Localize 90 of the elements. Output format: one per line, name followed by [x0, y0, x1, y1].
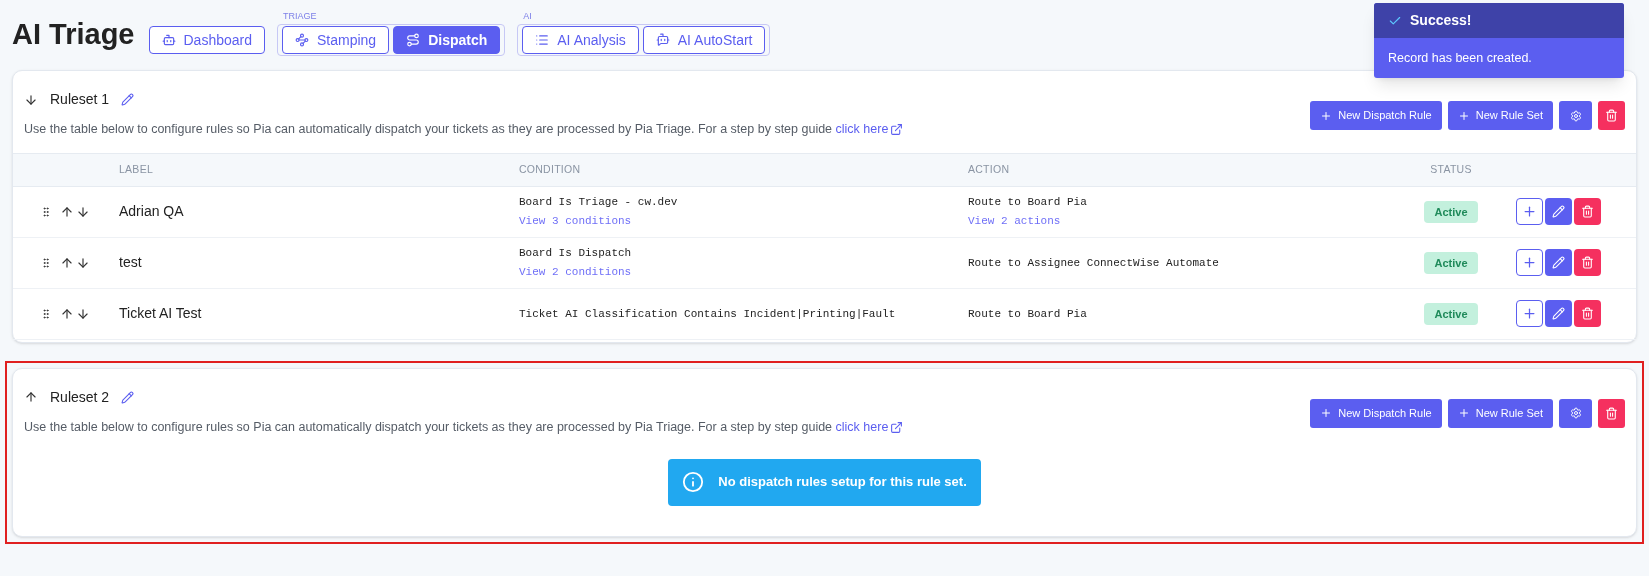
drag-handle-icon[interactable]	[40, 307, 52, 320]
add-button[interactable]	[1516, 198, 1543, 226]
ruleset-name: Ruleset 2	[50, 387, 110, 407]
drag-handle-icon[interactable]	[40, 256, 52, 269]
condition-text: Ticket AI Classification Contains Incident|Printing|Fault	[519, 306, 897, 322]
tab-icon	[295, 33, 309, 47]
settings-icon	[1569, 109, 1582, 122]
delete-button[interactable]	[1574, 198, 1601, 226]
move-up-icon[interactable]	[60, 204, 74, 219]
pencil-icon	[1552, 205, 1565, 219]
action-text: Route to Assignee ConnectWise Automate	[968, 255, 1220, 271]
move-up-icon[interactable]	[60, 306, 74, 321]
column-header: CONDITION	[519, 161, 582, 177]
edit-icon[interactable]	[121, 93, 135, 106]
add-button[interactable]	[1516, 249, 1543, 277]
delete-button[interactable]	[1574, 300, 1601, 328]
delete-button[interactable]	[1598, 398, 1625, 428]
guide-link[interactable]: click here	[835, 120, 904, 139]
info-icon	[682, 471, 705, 493]
nav-tab[interactable]: Dispatch	[393, 26, 501, 54]
pencil-icon	[1552, 307, 1565, 321]
move-down-icon[interactable]	[76, 204, 90, 219]
delete-button[interactable]	[1574, 249, 1601, 277]
edit-button[interactable]	[1545, 300, 1572, 328]
nav-tab[interactable]: AI AutoStart	[642, 26, 766, 54]
external-link-icon	[890, 122, 904, 136]
tab-icon	[161, 33, 176, 47]
condition-text: Board Is Triage - cw.dev	[519, 195, 679, 211]
plus-icon	[1522, 255, 1537, 271]
view-conditions-link[interactable]: View 3 conditions	[519, 212, 968, 230]
tab-icon	[655, 33, 670, 47]
edit-button[interactable]	[1545, 198, 1572, 226]
tab-icon	[535, 33, 550, 47]
status-badge: Active	[1424, 200, 1478, 223]
rule-label: test	[119, 253, 143, 273]
view-actions-link[interactable]: View 2 actions	[968, 212, 1386, 230]
tab-icon	[406, 33, 421, 47]
nav-tab[interactable]: Dashboard	[148, 26, 265, 54]
settings-button[interactable]	[1559, 398, 1592, 428]
action-button[interactable]: New Rule Set	[1447, 101, 1553, 130]
action-button[interactable]: New Dispatch Rule	[1310, 101, 1442, 130]
nav-tab[interactable]: Stamping	[282, 26, 390, 54]
plus-icon	[1522, 306, 1537, 322]
nav-tab[interactable]: AI Analysis	[522, 26, 639, 54]
trash-icon	[1581, 205, 1594, 219]
trash-icon	[1605, 406, 1618, 420]
column-header: STATUS	[1430, 161, 1472, 177]
drag-handle-icon[interactable]	[40, 205, 52, 218]
move-up-icon[interactable]	[60, 255, 74, 270]
ruleset-name: Ruleset 1	[50, 90, 110, 109]
ruleset-description: Use the table below to configure rules so Pia can automatically dispatch your tickets as they are processed by Pia Triage. For a step by step guide click here	[24, 417, 904, 437]
plus-icon	[1320, 407, 1333, 420]
action-text: Route to Board Pia	[968, 306, 1088, 322]
plus-icon	[1457, 407, 1470, 420]
alert-message: No dispatch rules setup for this rule set.	[718, 473, 967, 492]
delete-button[interactable]	[1598, 101, 1625, 130]
condition-text: Board Is Dispatch	[519, 246, 633, 262]
plus-icon	[1320, 109, 1333, 122]
trash-icon	[1581, 256, 1594, 270]
group-heading: AI	[523, 9, 533, 23]
plus-icon	[1457, 109, 1470, 122]
action-button[interactable]: New Dispatch Rule	[1310, 398, 1442, 428]
page-title: AI Triage	[12, 16, 135, 52]
external-link-icon	[890, 420, 904, 434]
trash-icon	[1605, 109, 1618, 122]
move-down-icon[interactable]	[76, 306, 90, 321]
column-header: LABEL	[119, 161, 154, 177]
view-conditions-link[interactable]: View 2 conditions	[519, 263, 968, 281]
toast-title: Success!	[1410, 11, 1472, 30]
settings-icon	[1569, 407, 1582, 420]
guide-link[interactable]: click here	[835, 417, 904, 437]
status-badge: Active	[1424, 251, 1478, 274]
pencil-icon	[1552, 256, 1565, 270]
trash-icon	[1581, 307, 1594, 321]
status-badge: Active	[1424, 302, 1478, 325]
move-down-icon[interactable]	[76, 255, 90, 270]
group-heading: TRIAGE	[283, 9, 318, 23]
action-text: Route to Board Pia	[968, 195, 1088, 211]
move-arrow-icon[interactable]	[24, 92, 38, 107]
settings-button[interactable]	[1559, 101, 1592, 130]
ruleset-description: Use the table below to configure rules so Pia can automatically dispatch your tickets as they are processed by Pia Triage. For a step by step guide click here	[24, 120, 904, 139]
column-header: ACTION	[968, 161, 1011, 177]
rule-label: Adrian QA	[119, 202, 185, 222]
plus-icon	[1522, 204, 1537, 220]
edit-icon[interactable]	[121, 390, 135, 404]
rule-label: Ticket AI Test	[119, 304, 203, 324]
toast-message: Record has been created.	[1388, 49, 1532, 67]
add-button[interactable]	[1516, 300, 1543, 328]
action-button[interactable]: New Rule Set	[1447, 398, 1553, 428]
edit-button[interactable]	[1545, 249, 1572, 277]
